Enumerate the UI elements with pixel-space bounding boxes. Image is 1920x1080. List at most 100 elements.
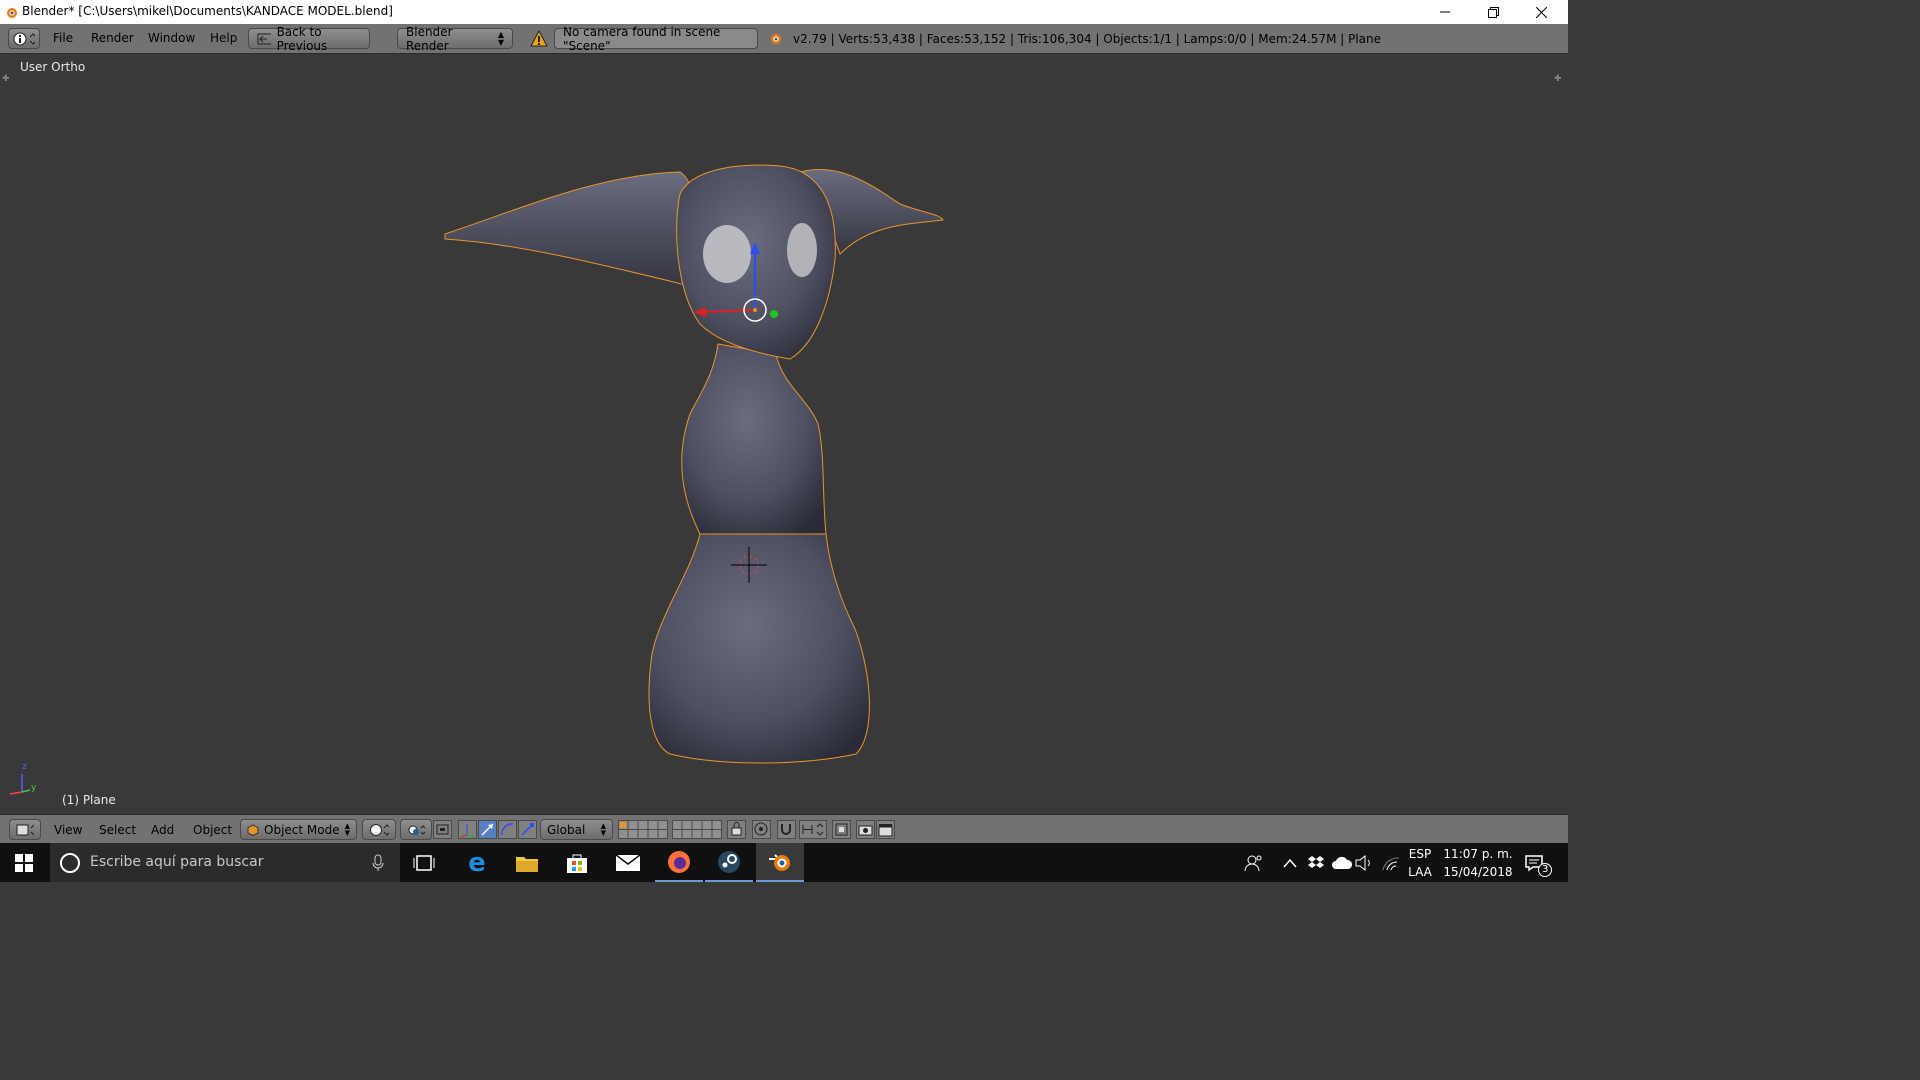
people-icon [1244, 855, 1262, 871]
snap-element-dropdown[interactable] [799, 820, 827, 839]
edge-icon: e [468, 847, 486, 878]
blender-taskbar-button[interactable] [756, 843, 804, 882]
windows-taskbar: Escribe aquí para buscar e ESP LAA 11:07… [0, 843, 1568, 882]
firefox-icon [668, 850, 690, 873]
menu-window[interactable]: Window [148, 31, 195, 45]
store-taskbar-button[interactable] [553, 843, 601, 882]
dropbox-icon [1308, 855, 1324, 868]
lock-layers-button[interactable] [727, 820, 746, 839]
warning-report[interactable]: No camera found in scene "Scene" [554, 25, 758, 53]
move-arrow-icon [481, 823, 494, 836]
blender-stats-icon [771, 34, 781, 44]
network-tray-icon[interactable] [1381, 843, 1401, 882]
menu-file[interactable]: File [53, 31, 73, 45]
menu-help[interactable]: Help [210, 31, 237, 45]
info-header: File Render Window Help Back to Previous… [0, 24, 1568, 54]
proportional-edit-icon [754, 822, 768, 836]
steam-taskbar-button[interactable] [705, 843, 753, 882]
file-explorer-taskbar-button[interactable] [503, 843, 551, 882]
opengl-render-animation-button[interactable] [876, 820, 895, 839]
minimize-button[interactable] [1422, 0, 1468, 24]
render-engine-dropdown[interactable]: Blender Render ▲ ▼ [397, 25, 513, 53]
dropdown-arrows-icon: ▲ ▼ [344, 821, 350, 837]
input-language-indicator[interactable]: ESP LAA [1406, 843, 1434, 882]
cloud-icon [1332, 856, 1353, 869]
translate-manipulator-button[interactable] [458, 820, 477, 839]
menu-render[interactable]: Render [91, 31, 134, 45]
manipulator-icon [436, 824, 449, 835]
close-icon [1535, 6, 1547, 18]
editor-type-selector[interactable] [8, 28, 40, 49]
minimize-icon [1440, 11, 1450, 13]
rotate-tool-button[interactable] [498, 820, 517, 839]
onedrive-tray-icon[interactable] [1331, 843, 1353, 882]
microphone-icon[interactable] [372, 854, 384, 872]
blender-logo-icon [7, 8, 17, 18]
menu-add[interactable]: Add [151, 823, 174, 837]
chevron-up-icon [1283, 858, 1297, 867]
back-to-previous-button[interactable]: Back to Previous [248, 25, 370, 53]
mode-dropdown[interactable]: Object Mode ▲ ▼ [240, 819, 357, 840]
store-bag-icon [567, 854, 587, 873]
steam-icon [718, 850, 740, 873]
scene-statistics: v2.79 | Verts:53,438 | Faces:53,152 | Tr… [793, 32, 1382, 46]
keyboard-layout-code: LAA [1408, 864, 1432, 879]
mode-label: Object Mode [264, 822, 340, 837]
mail-taskbar-button[interactable] [604, 843, 652, 882]
transform-orientation-dropdown[interactable]: Global ▲ ▼ [540, 819, 613, 840]
firefox-taskbar-button[interactable] [655, 843, 703, 882]
action-center-button[interactable]: 3 [1524, 843, 1554, 882]
viewport-editor-type-selector[interactable] [9, 819, 41, 840]
active-object-label: (1) Plane [62, 793, 116, 807]
proportional-editing-button[interactable] [752, 820, 771, 839]
mail-envelope-icon [615, 853, 641, 871]
scale-icon [521, 823, 534, 836]
restore-icon [1487, 6, 1499, 18]
dropdown-arrows-icon: ▲ ▼ [600, 821, 606, 837]
notification-count-badge: 3 [1538, 863, 1553, 877]
taskbar-search-box[interactable]: Escribe aquí para buscar [50, 843, 400, 882]
dropbox-tray-icon[interactable] [1307, 843, 1325, 882]
people-button[interactable] [1244, 843, 1264, 882]
3d-viewport[interactable]: User Ortho ✚ ✚ z y (1) Plane [0, 54, 1568, 814]
close-button[interactable] [1518, 0, 1564, 24]
menu-view[interactable]: View [54, 823, 82, 837]
object-mode-icon [247, 823, 259, 836]
magnet-icon [781, 824, 791, 835]
restore-button[interactable] [1470, 0, 1516, 24]
cortana-icon [60, 853, 80, 873]
camera-icon [858, 825, 873, 836]
clapperboard-icon [878, 824, 893, 837]
viewport-shading-dropdown[interactable] [362, 819, 396, 840]
dropdown-arrows-icon: ▲ ▼ [497, 29, 504, 47]
snap-toggle-button[interactable] [777, 820, 796, 839]
scene-layers-group-2[interactable] [672, 820, 722, 839]
menu-object[interactable]: Object [193, 823, 232, 837]
start-button[interactable] [0, 843, 48, 882]
edge-taskbar-button[interactable]: e [453, 843, 501, 882]
blender-logo-icon [769, 853, 790, 871]
mesh-object-plane[interactable] [444, 164, 944, 764]
back-to-previous-label: Back to Previous [276, 24, 328, 53]
opengl-render-image-button[interactable] [856, 820, 875, 839]
move-tool-button[interactable] [478, 820, 497, 839]
snap-target-icon [835, 823, 848, 836]
pivot-point-dropdown[interactable] [400, 819, 432, 840]
scene-layers-group-1[interactable] [618, 820, 668, 839]
snap-target-button[interactable] [832, 820, 851, 839]
clock[interactable]: 11:07 p. m. 15/04/2018 [1443, 843, 1513, 882]
back-arrow-icon [257, 33, 271, 44]
menu-select[interactable]: Select [99, 823, 136, 837]
volume-tray-icon[interactable] [1355, 843, 1375, 882]
pivot-icon [408, 824, 425, 835]
info-icon [13, 32, 35, 45]
show-hidden-icons-button[interactable] [1283, 843, 1297, 882]
scale-tool-button[interactable] [518, 820, 537, 839]
windows-logo-icon [15, 853, 33, 872]
warning-icon [530, 30, 548, 47]
orientation-label: Global [547, 822, 586, 837]
clock-date: 15/04/2018 [1443, 864, 1513, 879]
manipulator-toggle-button[interactable] [433, 820, 452, 839]
task-view-button[interactable] [400, 843, 448, 882]
lock-icon [731, 822, 742, 836]
